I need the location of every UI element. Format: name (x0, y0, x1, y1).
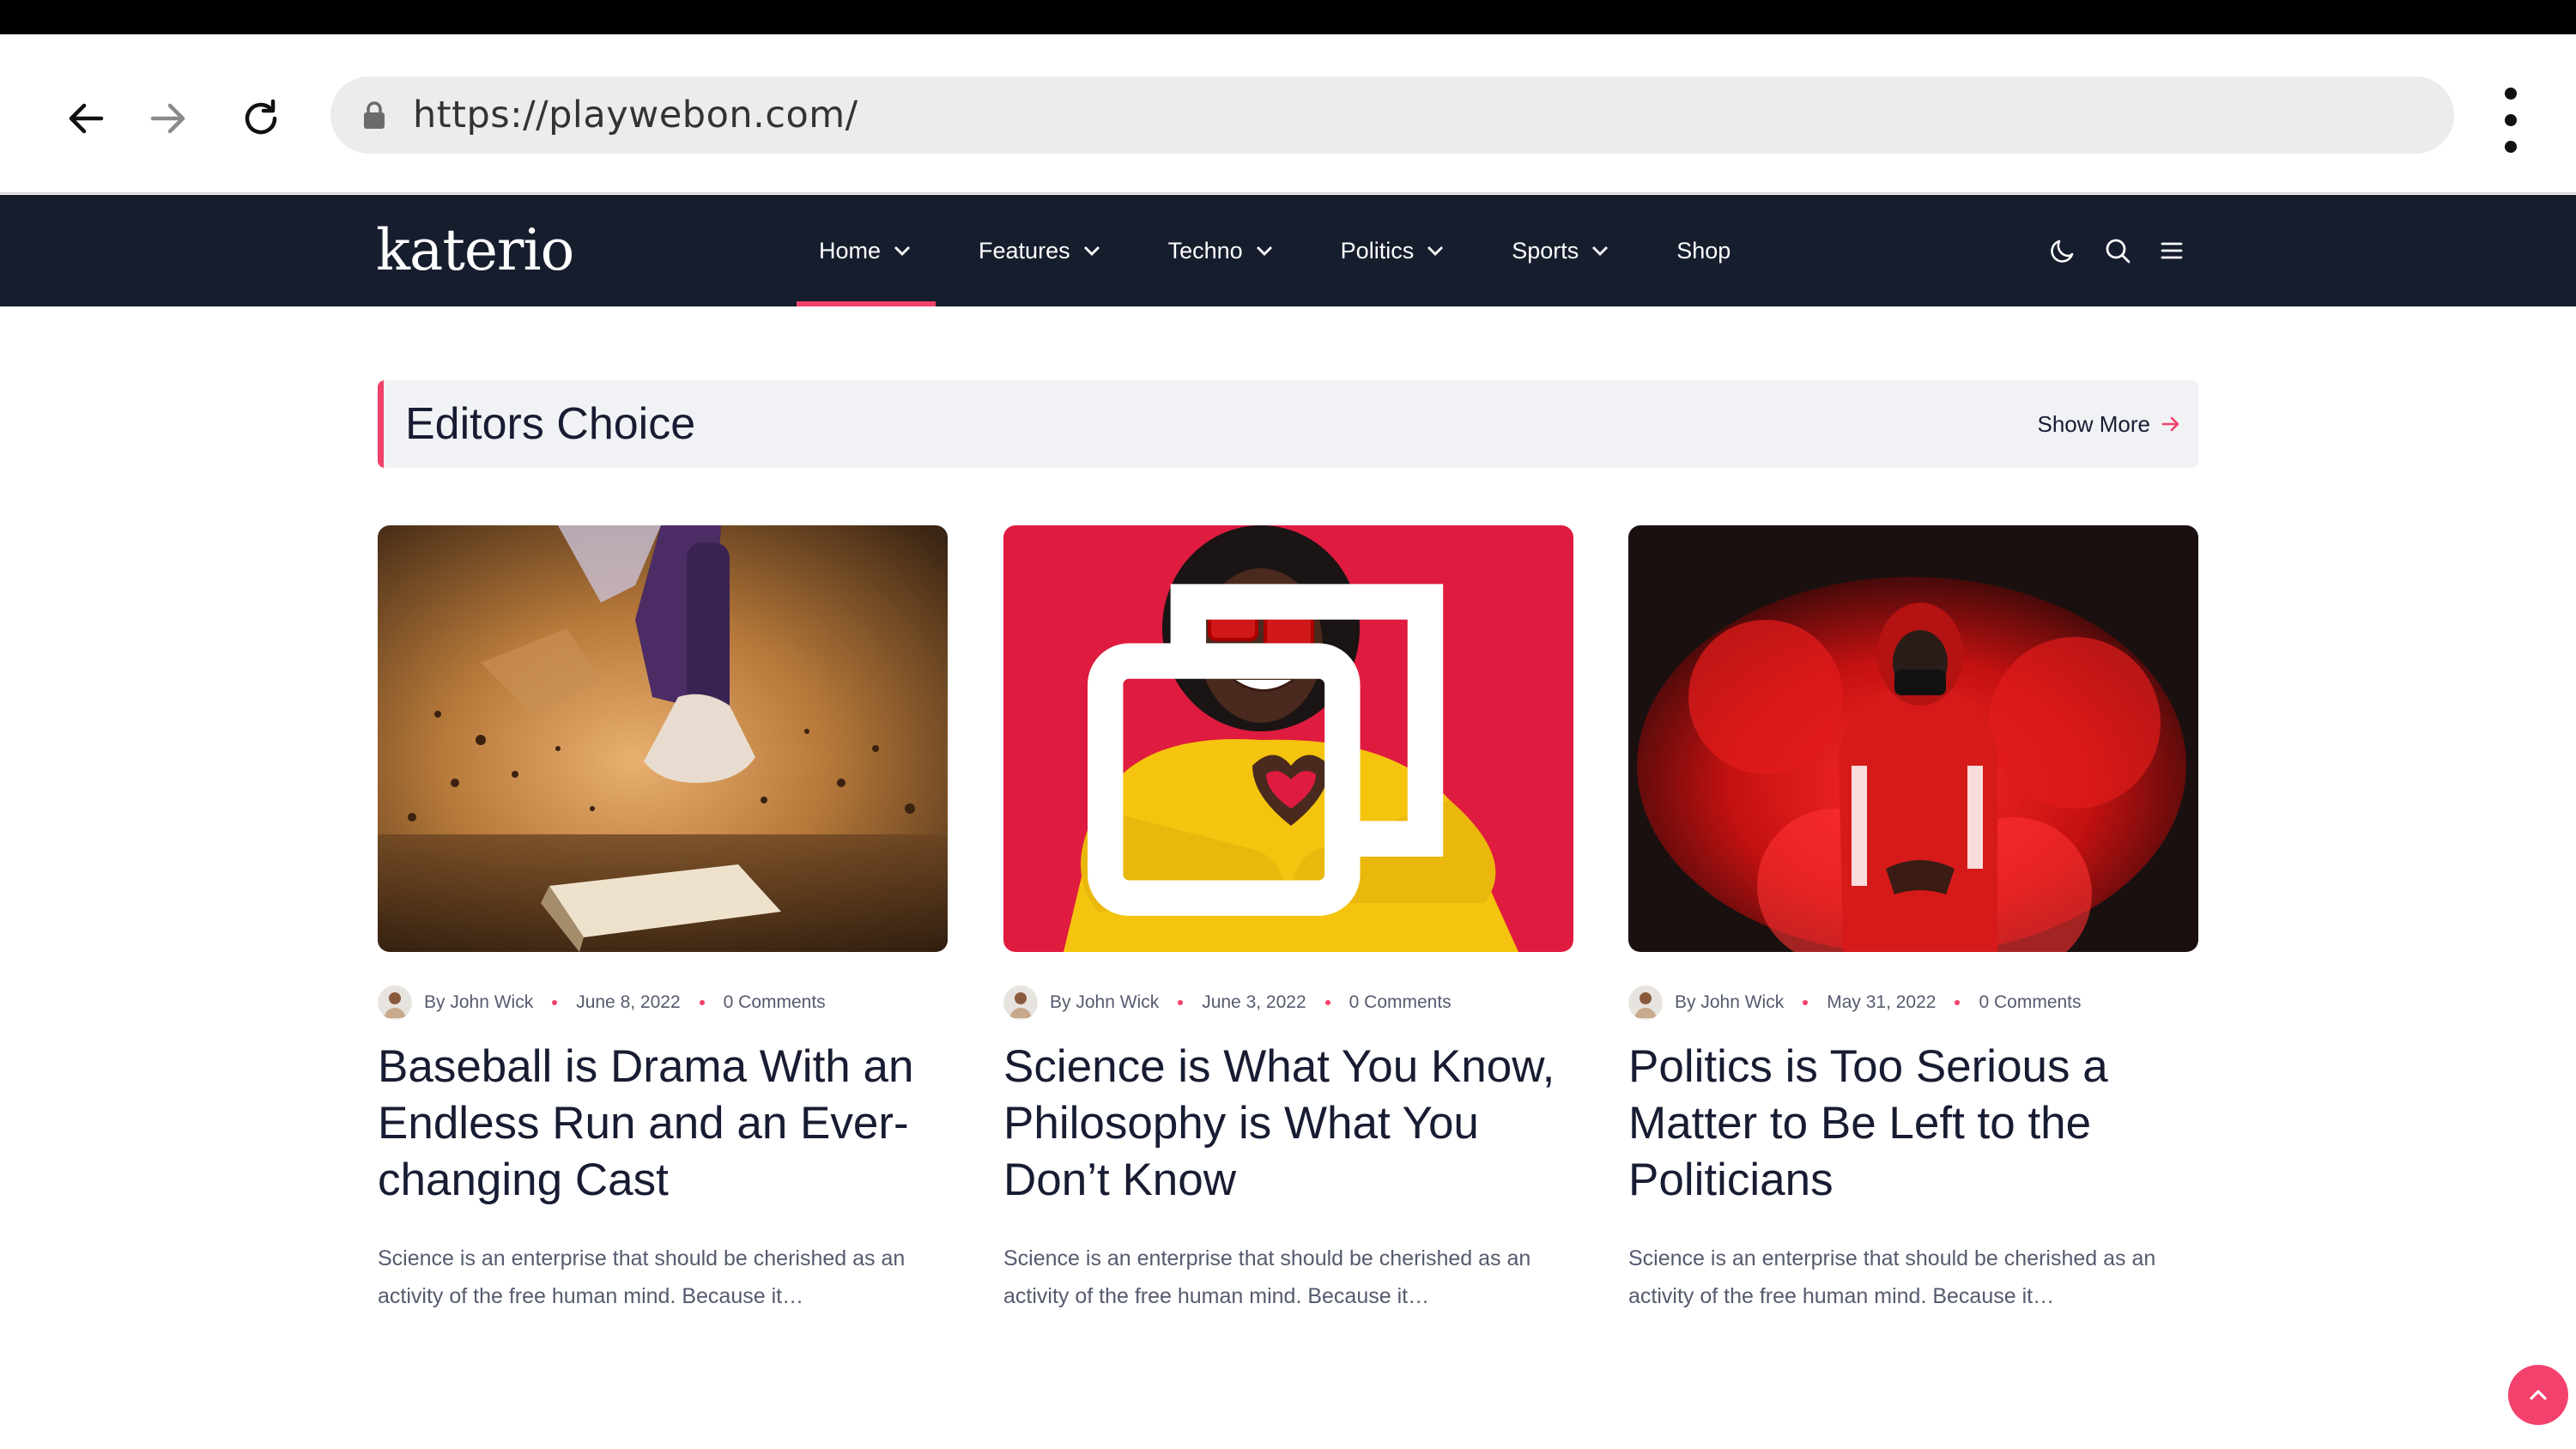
post-author[interactable]: By John Wick (424, 992, 533, 1013)
nav-item-home[interactable]: Home (796, 195, 936, 306)
back-button[interactable] (50, 82, 122, 155)
show-more-link[interactable]: Show More (2038, 380, 2151, 468)
post-comments[interactable]: 0 Comments (1349, 992, 1452, 1013)
reload-button[interactable] (225, 82, 297, 155)
meta-separator (1955, 1000, 1961, 1005)
author-avatar[interactable] (1628, 985, 1663, 1020)
meta-separator (1324, 1000, 1330, 1005)
post-card: By John Wick May 31, 2022 0 Comments Pol… (1628, 525, 2198, 1308)
more-vertical-icon (2505, 88, 2517, 100)
meta-separator (552, 1000, 558, 1005)
meta-separator (1178, 1000, 1184, 1005)
post-date[interactable]: June 3, 2022 (1202, 992, 1306, 1013)
meta-separator (699, 1000, 705, 1005)
post-title[interactable]: Science is What You Know, Philosophy is … (1003, 1039, 1573, 1209)
author-avatar[interactable] (1003, 985, 1038, 1020)
hamburger-menu-icon[interactable] (2156, 235, 2187, 266)
nav-item-features[interactable]: Features (979, 195, 1101, 306)
author-avatar[interactable] (378, 985, 412, 1020)
post-date[interactable]: June 8, 2022 (576, 992, 680, 1013)
post-meta: By John Wick June 3, 2022 0 Comments (1003, 985, 1452, 1020)
post-date[interactable]: May 31, 2022 (1827, 992, 1936, 1013)
post-comments[interactable]: 0 Comments (724, 992, 826, 1013)
scroll-to-top-button[interactable] (2508, 1365, 2568, 1425)
site-logo[interactable]: katerio (376, 212, 574, 289)
address-bar[interactable]: https://playwebon.com/ (330, 76, 2454, 154)
chevron-down-icon (1083, 246, 1100, 256)
chevron-up-icon (2530, 1390, 2547, 1400)
arrow-right-icon[interactable] (2159, 412, 2183, 436)
post-excerpt: Science is an enterprise that should be … (1628, 1246, 2156, 1308)
chevron-down-icon (1427, 246, 1444, 256)
main-navigation: Home Features Techno Politics Sports Sho… (796, 195, 1730, 306)
post-excerpt: Science is an enterprise that should be … (378, 1246, 906, 1308)
nav-item-shop[interactable]: Shop (1676, 195, 1730, 306)
forward-button[interactable] (132, 82, 204, 155)
red-smoke-portrait-image (1628, 525, 2198, 952)
moon-icon[interactable] (2047, 235, 2078, 266)
chevron-down-icon (1256, 246, 1272, 256)
nav-item-politics[interactable]: Politics (1341, 195, 1446, 306)
browser-toolbar: https://playwebon.com/ (0, 34, 2576, 194)
nav-item-techno[interactable]: Techno (1168, 195, 1274, 306)
browser-menu-button[interactable] (2489, 88, 2532, 153)
status-strip (0, 0, 2576, 34)
gallery-icon (1088, 584, 1444, 916)
post-meta: By John Wick May 31, 2022 0 Comments (1628, 985, 2082, 1020)
url-text: https://playwebon.com/ (413, 94, 858, 136)
post-card: By John Wick June 8, 2022 0 Comments Bas… (378, 525, 948, 1308)
site-header: katerio Home Features Techno Politics Sp… (0, 195, 2576, 306)
post-thumbnail[interactable] (1003, 525, 1573, 952)
section-title: Editors Choice (405, 399, 696, 449)
post-title[interactable]: Politics is Too Serious a Matter to Be L… (1628, 1039, 2198, 1209)
post-author[interactable]: By John Wick (1050, 992, 1159, 1013)
post-comments[interactable]: 0 Comments (1979, 992, 2081, 1013)
post-thumbnail[interactable] (1628, 525, 2198, 952)
post-excerpt: Science is an enterprise that should be … (1003, 1246, 1531, 1308)
post-title[interactable]: Baseball is Drama With an Endless Run an… (378, 1039, 948, 1209)
meta-separator (1803, 1000, 1809, 1005)
chevron-down-icon (1592, 246, 1609, 256)
post-thumbnail[interactable] (378, 525, 948, 952)
post-card: By John Wick June 3, 2022 0 Comments Sci… (1003, 525, 1573, 1308)
nav-item-sports[interactable]: Sports (1512, 195, 1609, 306)
post-author[interactable]: By John Wick (1675, 992, 1784, 1013)
search-icon[interactable] (2102, 235, 2133, 266)
reload-icon (245, 99, 277, 135)
arrow-right-icon (150, 103, 185, 134)
baseball-slide-image (378, 525, 948, 952)
lock-icon (364, 101, 385, 129)
post-meta: By John Wick June 8, 2022 0 Comments (378, 985, 826, 1020)
section-header: Editors Choice Show More (378, 380, 2198, 468)
chevron-down-icon (894, 246, 911, 256)
arrow-left-icon (69, 103, 104, 134)
section-accent-bar (378, 380, 384, 468)
